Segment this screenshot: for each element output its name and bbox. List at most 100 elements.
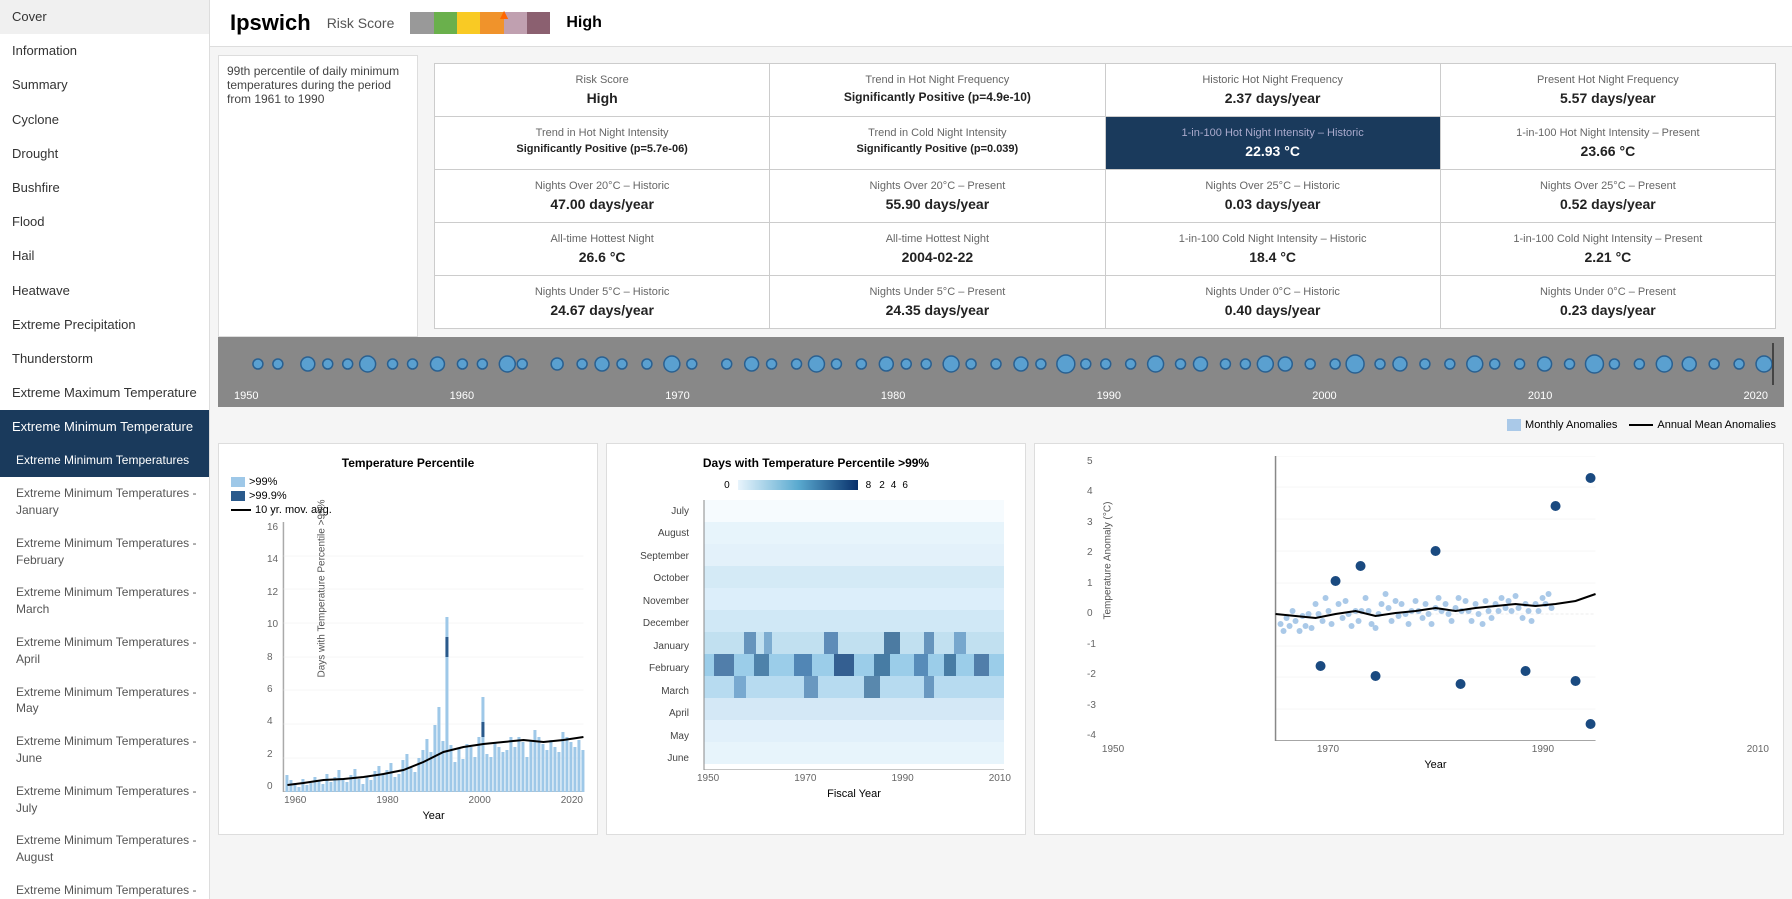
chart3-box: Temperature Anomaly (°C) 5 4 3 2 1 0 -1 … bbox=[1034, 443, 1784, 835]
sidebar-item-drought[interactable]: Drought bbox=[0, 137, 209, 171]
legend-10yr: 10 yr. mov. avg. bbox=[231, 504, 585, 516]
sidebar-item-extreme-min-temp[interactable]: Extreme Minimum Temperature bbox=[0, 410, 209, 444]
stats-grid-wrapper: Risk Score High Trend in Hot Night Frequ… bbox=[426, 55, 1784, 337]
stat-nights-over20-present: Nights Over 20°C – Present 55.90 days/ye… bbox=[770, 170, 1104, 222]
chart3-y-label: Temperature Anomaly (°C) bbox=[1102, 501, 1113, 619]
stat-nights-under5-historic: Nights Under 5°C – Historic 24.67 days/y… bbox=[435, 276, 769, 328]
sidebar-item-emt-mar[interactable]: Extreme Minimum Temperatures - March bbox=[0, 576, 209, 626]
chart2-svg bbox=[695, 500, 1013, 770]
timeline-dots-row bbox=[218, 337, 1784, 388]
stat-alltime-hottest-night-temp: All-time Hottest Night 26.6 °C bbox=[435, 223, 769, 275]
legend-99pct: >99% bbox=[231, 476, 585, 488]
chart1-legend: Temperature Percentile >99% >99.9% 10 yr… bbox=[231, 456, 585, 516]
stats-area: 99th percentile of daily minimum tempera… bbox=[218, 55, 1784, 337]
timeline[interactable]: 1950 1960 1970 1980 1990 2000 2010 2020 bbox=[218, 337, 1784, 407]
sidebar-item-emt-apr[interactable]: Extreme Minimum Temperatures - April bbox=[0, 626, 209, 676]
chart1-box: Temperature Percentile >99% >99.9% 10 yr… bbox=[218, 443, 598, 835]
chart1-y-label: Days with Temperature Percentile >99% bbox=[316, 500, 327, 678]
chart3-area: Temperature Anomaly (°C) 5 4 3 2 1 0 -1 … bbox=[1087, 456, 1771, 771]
chart1-svg-wrapper: 1960 1980 2000 2020 Year bbox=[282, 522, 585, 822]
stat-nights-over20-historic: Nights Over 20°C – Historic 47.00 days/y… bbox=[435, 170, 769, 222]
risk-arrow-icon: ▲ bbox=[497, 6, 511, 22]
colorbar-svg bbox=[738, 478, 858, 492]
legend-annual-line bbox=[1629, 424, 1653, 426]
risk-seg-grey bbox=[410, 12, 433, 34]
stat-1in100-cold-night-historic: 1-in-100 Cold Night Intensity – Historic… bbox=[1106, 223, 1440, 275]
sidebar-item-bushfire[interactable]: Bushfire bbox=[0, 171, 209, 205]
legend-monthly-anomalies: Monthly Anomalies bbox=[1507, 419, 1617, 431]
timeline-years: 1950 1960 1970 1980 1990 2000 2010 2020 bbox=[218, 388, 1784, 404]
stat-cold-night-intensity-trend: Trend in Cold Night Intensity Significan… bbox=[770, 117, 1104, 169]
chart3-svg bbox=[1100, 456, 1771, 741]
chart3-legend-row: Monthly Anomalies Annual Mean Anomalies bbox=[210, 415, 1792, 435]
chart2-x-label: Fiscal Year bbox=[695, 788, 1013, 800]
chart1-y-ticks: 16 14 12 10 8 6 4 2 0 bbox=[267, 522, 278, 792]
legend-999-color bbox=[231, 491, 245, 501]
legend-monthly-color bbox=[1507, 419, 1521, 431]
sidebar-item-information[interactable]: Information bbox=[0, 34, 209, 68]
description-panel: 99th percentile of daily minimum tempera… bbox=[218, 55, 418, 337]
stat-nights-over25-historic: Nights Over 25°C – Historic 0.03 days/ye… bbox=[1106, 170, 1440, 222]
chart1-svg bbox=[282, 522, 585, 792]
stat-nights-under0-present: Nights Under 0°C – Present 0.23 days/yea… bbox=[1441, 276, 1775, 328]
chart2-month-labels: July August September October November D… bbox=[625, 500, 695, 770]
sidebar-item-thunderstorm[interactable]: Thunderstorm bbox=[0, 342, 209, 376]
legend-999-label: >99.9% bbox=[249, 490, 287, 502]
chart2-heatmap-area: July August September October November D… bbox=[625, 500, 1013, 800]
stat-nights-under0-historic: Nights Under 0°C – Historic 0.40 days/ye… bbox=[1106, 276, 1440, 328]
legend-annual-label: Annual Mean Anomalies bbox=[1657, 419, 1776, 431]
year-1970: 1970 bbox=[665, 390, 689, 402]
sidebar-item-flood[interactable]: Flood bbox=[0, 205, 209, 239]
sidebar-item-cyclone[interactable]: Cyclone bbox=[0, 103, 209, 137]
legend-monthly-label: Monthly Anomalies bbox=[1525, 419, 1617, 431]
chart3-x-ticks: 1950 1970 1990 2010 bbox=[1100, 744, 1771, 755]
risk-seg-yellow bbox=[457, 12, 480, 34]
legend-annual-anomalies: Annual Mean Anomalies bbox=[1629, 419, 1776, 431]
chart2-x-ticks: 1950 1970 1990 2010 bbox=[695, 773, 1013, 784]
risk-color-bar: ▲ bbox=[410, 12, 550, 34]
year-1960: 1960 bbox=[450, 390, 474, 402]
sidebar-item-emt-aug[interactable]: Extreme Minimum Temperatures - August bbox=[0, 824, 209, 874]
stat-risk-score: Risk Score High bbox=[435, 64, 769, 116]
stat-alltime-hottest-night-date: All-time Hottest Night 2004-02-22 bbox=[770, 223, 1104, 275]
chart1-area: Days with Temperature Percentile >99% 16… bbox=[267, 522, 585, 822]
sidebar-item-emt-feb[interactable]: Extreme Minimum Temperatures - February bbox=[0, 527, 209, 577]
chart1-x-ticks: 1960 1980 2000 2020 bbox=[282, 795, 585, 806]
stat-hot-night-intensity-trend: Trend in Hot Night Intensity Significant… bbox=[435, 117, 769, 169]
sidebar-item-extreme-precip[interactable]: Extreme Precipitation bbox=[0, 308, 209, 342]
description-text: 99th percentile of daily minimum tempera… bbox=[227, 64, 399, 106]
stat-1in100-cold-night-present: 1-in-100 Cold Night Intensity – Present … bbox=[1441, 223, 1775, 275]
sidebar-item-emt-jan[interactable]: Extreme Minimum Temperatures - January bbox=[0, 477, 209, 527]
chart3-svg-wrapper: 1950 1970 1990 2010 Year bbox=[1100, 456, 1771, 771]
chart1-title: Temperature Percentile bbox=[231, 456, 585, 470]
legend-10yr-line bbox=[231, 509, 251, 511]
sidebar-item-heatwave[interactable]: Heatwave bbox=[0, 274, 209, 308]
sidebar-item-summary[interactable]: Summary bbox=[0, 68, 209, 102]
sidebar-item-emt-jul[interactable]: Extreme Minimum Temperatures - July bbox=[0, 775, 209, 825]
chart2-colorbar-row: 0 8 2 4 6 bbox=[619, 478, 1013, 492]
timeline-svg bbox=[228, 343, 1774, 385]
year-2000: 2000 bbox=[1312, 390, 1336, 402]
stat-historic-hot-night-freq: Historic Hot Night Frequency 2.37 days/y… bbox=[1106, 64, 1440, 116]
chart1-x-label: Year bbox=[282, 810, 585, 822]
sidebar-item-hail[interactable]: Hail bbox=[0, 239, 209, 273]
legend-999pct: >99.9% bbox=[231, 490, 585, 502]
year-2020: 2020 bbox=[1743, 390, 1767, 402]
sidebar-item-extreme-min-temps[interactable]: Extreme Minimum Temperatures bbox=[0, 444, 209, 477]
year-1990: 1990 bbox=[1097, 390, 1121, 402]
sidebar-item-emt-sep[interactable]: Extreme Minimum Temperatures - September bbox=[0, 874, 209, 899]
sidebar-item-emt-jun[interactable]: Extreme Minimum Temperatures - June bbox=[0, 725, 209, 775]
sidebar-item-extreme-max-temp[interactable]: Extreme Maximum Temperature bbox=[0, 376, 209, 410]
sidebar-item-cover[interactable]: Cover bbox=[0, 0, 209, 34]
colorbar-min: 0 bbox=[724, 480, 730, 491]
page-header: Ipswich Risk Score ▲ High bbox=[210, 0, 1792, 47]
stat-1in100-hot-night-historic: 1-in-100 Hot Night Intensity – Historic … bbox=[1106, 117, 1440, 169]
sidebar-item-emt-may[interactable]: Extreme Minimum Temperatures - May bbox=[0, 676, 209, 726]
charts-area: Temperature Percentile >99% >99.9% 10 yr… bbox=[218, 443, 1784, 835]
chart3-x-label: Year bbox=[1100, 759, 1771, 771]
year-1950: 1950 bbox=[234, 390, 258, 402]
colorbar-max: 8 bbox=[866, 480, 872, 491]
stat-hot-night-freq-trend: Trend in Hot Night Frequency Significant… bbox=[770, 64, 1104, 116]
main-content: Ipswich Risk Score ▲ High 99th percentil… bbox=[210, 0, 1792, 899]
stat-1in100-hot-night-present: 1-in-100 Hot Night Intensity – Present 2… bbox=[1441, 117, 1775, 169]
